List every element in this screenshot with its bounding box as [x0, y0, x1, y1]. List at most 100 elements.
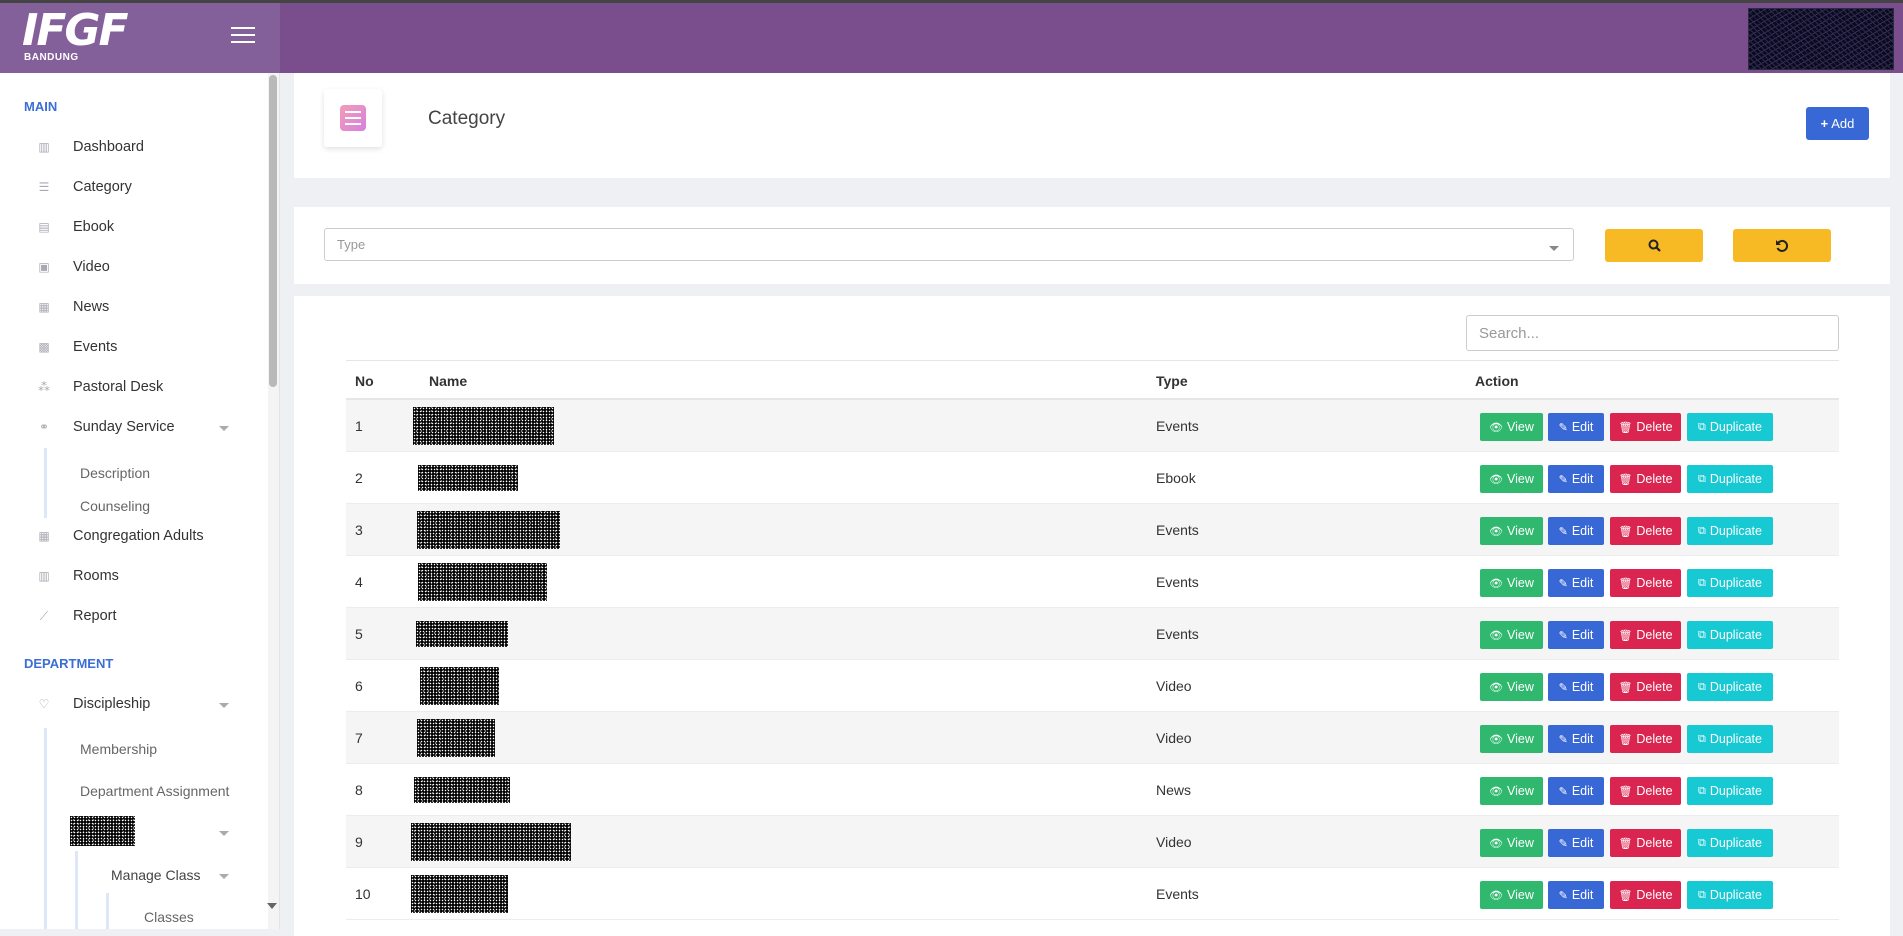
duplicate-button[interactable]: ⧉ Duplicate	[1687, 517, 1773, 545]
sidebar-item-events[interactable]: ▩ Events	[36, 336, 117, 358]
search-input[interactable]	[1466, 315, 1839, 351]
redacted-menu-item[interactable]	[70, 816, 135, 846]
column-header-name[interactable]: Name	[429, 373, 467, 389]
copy-icon: ⧉	[1698, 888, 1706, 901]
view-button[interactable]: 👁 View	[1480, 413, 1543, 441]
chevron-down-icon[interactable]	[219, 426, 229, 431]
view-button[interactable]: 👁 View	[1480, 517, 1543, 545]
row-type: News	[1156, 782, 1192, 798]
sidebar-item-sunday-service[interactable]: ⚭ Sunday Service	[36, 416, 175, 438]
list-icon	[340, 105, 366, 131]
pencil-icon: ✎	[1558, 733, 1568, 746]
duplicate-button[interactable]: ⧉ Duplicate	[1687, 621, 1773, 649]
add-button[interactable]: + Add	[1806, 107, 1869, 140]
sidebar-subitem-department-assignment[interactable]: Department Assignment	[80, 783, 229, 799]
pencil-icon: ✎	[1558, 421, 1568, 434]
table-header: No Name Type Action	[346, 360, 1839, 400]
row-number: 8	[355, 782, 363, 798]
delete-button[interactable]: 🗑 Delete	[1610, 465, 1681, 493]
view-button[interactable]: 👁 View	[1480, 621, 1543, 649]
duplicate-button[interactable]: ⧉ Duplicate	[1687, 413, 1773, 441]
table-row: 3 Events 👁 View ✎ Edit 🗑 Delete ⧉ Duplicate	[346, 504, 1839, 556]
row-number: 2	[355, 470, 363, 486]
heart-icon: ♡	[38, 697, 50, 711]
delete-button[interactable]: 🗑 Delete	[1610, 725, 1681, 753]
view-button[interactable]: 👁 View	[1480, 673, 1543, 701]
sidebar-item-dashboard[interactable]: ▥ Dashboard	[36, 136, 144, 158]
submenu-line	[44, 448, 47, 518]
redacted-name	[413, 407, 554, 445]
bar-chart-icon: ▥	[38, 140, 50, 154]
sidebar-item-video[interactable]: ▣ Video	[36, 256, 110, 278]
logo[interactable]: IFGF	[22, 9, 129, 53]
edit-button[interactable]: ✎ Edit	[1548, 673, 1604, 701]
reset-button[interactable]	[1733, 229, 1831, 262]
table-card: No Name Type Action 1Events👁View✎Edit🗑De…	[294, 296, 1890, 936]
building-icon: ▥	[38, 569, 50, 583]
delete-button[interactable]: 🗑 Delete	[1610, 413, 1681, 441]
search-button[interactable]	[1605, 229, 1703, 262]
row-number: 9	[355, 834, 363, 850]
duplicate-button[interactable]: ⧉ Duplicate	[1687, 829, 1773, 857]
delete-button[interactable]: 🗑 Delete	[1610, 777, 1681, 805]
chevron-down-icon[interactable]	[219, 831, 229, 836]
type-select[interactable]: Type	[324, 228, 1574, 261]
sidebar-subitem-classes[interactable]: Classes	[144, 909, 194, 925]
sidebar-subitem-description[interactable]: Description	[80, 465, 150, 481]
sidebar-subitem-manage-class[interactable]: Manage Class	[111, 867, 201, 883]
edit-button[interactable]: ✎ Edit	[1548, 465, 1604, 493]
sidebar-item-category[interactable]: ☰ Category	[36, 176, 132, 198]
pencil-icon: ✎	[1558, 473, 1568, 486]
column-header-type[interactable]: Type	[1156, 373, 1188, 389]
chevron-down-icon[interactable]	[219, 703, 229, 708]
duplicate-button[interactable]: ⧉ Duplicate	[1687, 673, 1773, 701]
duplicate-button[interactable]: ⧉ Duplicate	[1687, 881, 1773, 909]
sidebar-item-pastoral-desk[interactable]: ⁂ Pastoral Desk	[36, 376, 163, 398]
sidebar-item-news[interactable]: ▦ News	[36, 296, 109, 318]
delete-button[interactable]: 🗑 Delete	[1610, 621, 1681, 649]
table-row: 8 News 👁 View ✎ Edit 🗑 Delete ⧉ Duplicate	[346, 764, 1839, 816]
duplicate-button[interactable]: ⧉ Duplicate	[1687, 725, 1773, 753]
column-header-no[interactable]: No	[355, 373, 374, 389]
sidebar-item-discipleship[interactable]: ♡ Discipleship	[36, 693, 151, 715]
scroll-down-arrow-icon[interactable]	[267, 903, 277, 909]
duplicate-button[interactable]: ⧉ Duplicate	[1687, 569, 1773, 597]
edit-button[interactable]: ✎ Edit	[1548, 517, 1604, 545]
calculator-icon: ▦	[38, 529, 50, 543]
user-avatar[interactable]	[1748, 8, 1894, 70]
caret-down-icon	[1549, 246, 1559, 251]
edit-button[interactable]: ✎ Edit	[1548, 829, 1604, 857]
sidebar-subitem-counseling[interactable]: Counseling	[80, 498, 150, 514]
edit-button[interactable]: ✎ Edit	[1548, 621, 1604, 649]
duplicate-button[interactable]: ⧉ Duplicate	[1687, 777, 1773, 805]
hamburger-menu-icon[interactable]	[231, 27, 255, 45]
delete-button[interactable]: 🗑 Delete	[1610, 517, 1681, 545]
view-button[interactable]: 👁 View	[1480, 465, 1543, 493]
sidebar-item-ebook[interactable]: ▤ Ebook	[36, 216, 114, 238]
edit-button[interactable]: ✎ Edit	[1548, 569, 1604, 597]
view-button[interactable]: 👁 View	[1480, 829, 1543, 857]
edit-button[interactable]: ✎ Edit	[1548, 413, 1604, 441]
view-button[interactable]: 👁 View	[1480, 725, 1543, 753]
trash-icon: 🗑	[1618, 785, 1633, 798]
duplicate-button[interactable]: ⧉ Duplicate	[1687, 465, 1773, 493]
edit-button[interactable]: ✎ Edit	[1548, 881, 1604, 909]
copy-icon: ⧉	[1698, 576, 1706, 589]
table-row: 4 Events 👁 View ✎ Edit 🗑 Delete ⧉ Duplicate	[346, 556, 1839, 608]
edit-button[interactable]: ✎ Edit	[1548, 777, 1604, 805]
trash-icon: 🗑	[1618, 889, 1633, 902]
edit-button[interactable]: ✎ Edit	[1548, 725, 1604, 753]
view-button[interactable]: 👁 View	[1480, 777, 1543, 805]
delete-button[interactable]: 🗑 Delete	[1610, 673, 1681, 701]
delete-button[interactable]: 🗑 Delete	[1610, 881, 1681, 909]
sidebar-item-rooms[interactable]: ▥ Rooms	[36, 565, 119, 587]
sidebar-item-report[interactable]: ⟋ Report	[36, 605, 117, 627]
chevron-down-icon[interactable]	[219, 874, 229, 879]
sidebar-scrollbar-thumb[interactable]	[269, 75, 277, 387]
sidebar-item-congregation-adults[interactable]: ▦ Congregation Adults	[36, 525, 203, 547]
view-button[interactable]: 👁 View	[1480, 569, 1543, 597]
view-button[interactable]: 👁 View	[1480, 881, 1543, 909]
delete-button[interactable]: 🗑 Delete	[1610, 829, 1681, 857]
delete-button[interactable]: 🗑 Delete	[1610, 569, 1681, 597]
sidebar-subitem-membership[interactable]: Membership	[80, 741, 157, 757]
